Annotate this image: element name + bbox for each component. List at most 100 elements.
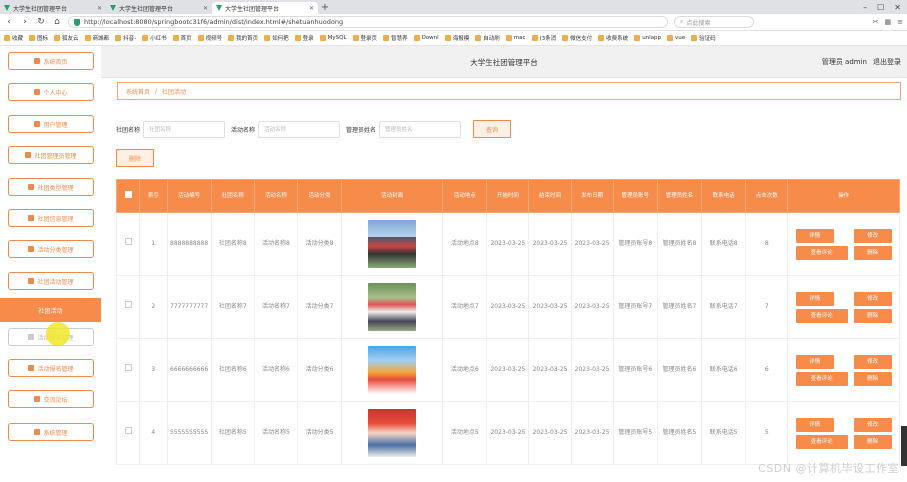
reload-icon[interactable]: ↻ [36, 17, 46, 27]
bookmark-item[interactable]: unlapp [634, 35, 661, 41]
sidebar-item-0[interactable]: 系统首页 [8, 52, 94, 70]
detail-button[interactable]: 详情 [795, 291, 834, 306]
address-bar: ‹ › ↻ ⌂ http://localhost:8080/springboot… [0, 14, 907, 31]
search-button[interactable]: 查询 [473, 120, 512, 138]
menu-icon[interactable]: ≡ [897, 18, 903, 26]
forward-icon[interactable]: › [20, 17, 30, 27]
delete-row-button[interactable]: 删除 [853, 371, 892, 386]
bookmark-item[interactable]: 小红书 [142, 34, 167, 42]
bookmark-item[interactable]: (3条消 [531, 34, 556, 42]
admin-name-input[interactable]: 管理员姓名 [379, 120, 462, 138]
table-row: 3 6666666666 社团名称6 活动名称6 活动分类6 活动地点6 2023-03-2… [115, 338, 900, 402]
edit-button[interactable]: 修改 [853, 417, 892, 432]
edit-button[interactable]: 修改 [853, 354, 892, 369]
bookmark-item[interactable]: 验证码 [691, 34, 716, 42]
sidebar-item-11[interactable]: 交流论坛 [8, 390, 94, 408]
sidebar-item-2[interactable]: 用户管理 [8, 115, 94, 133]
bookmark-item[interactable]: 智慧养 [383, 34, 408, 42]
bookmark-item[interactable]: 自动刷 [475, 34, 500, 42]
bookmark-item[interactable]: vue [667, 35, 685, 41]
maximize-icon[interactable]: ☐ [877, 3, 884, 12]
detail-button[interactable]: 详情 [795, 417, 834, 432]
sidebar-item-label: 社团信息管理 [37, 215, 74, 223]
cell-pub: 2023-03-25 [570, 212, 614, 276]
close-window-icon[interactable]: ✕ [894, 3, 901, 12]
browser-tab-1[interactable]: 大学生社团管理平台 ✕ [0, 2, 106, 14]
scrollbar[interactable] [901, 426, 907, 466]
sidebar-item-7[interactable]: 社团活动管理 [8, 272, 94, 290]
bookmark-item[interactable]: 收费系统 [598, 34, 628, 42]
cell-name: 活动名称7 [253, 275, 298, 339]
bookmark-item[interactable]: 狐友云 [54, 34, 79, 42]
cell-clicks: 5 [745, 401, 789, 465]
delete-button[interactable]: 删除 [116, 149, 154, 167]
view-comments-button[interactable]: 查看评论 [795, 434, 848, 449]
sidebar-item-1[interactable]: 个人中心 [8, 83, 94, 101]
view-comments-button[interactable]: 查看评论 [795, 308, 848, 323]
delete-row-button[interactable]: 删除 [853, 434, 892, 449]
cell-end: 2023-03-25 [528, 212, 572, 276]
bookmark-item[interactable]: 视频号 [197, 34, 222, 42]
sidebar-item-5[interactable]: 社团信息管理 [8, 209, 94, 227]
select-all-checkbox[interactable] [115, 179, 141, 213]
row-checkbox[interactable] [115, 275, 141, 339]
activity-name-input[interactable]: 活动名称 [258, 120, 341, 138]
delete-row-button[interactable]: 删除 [853, 308, 892, 323]
bookmark-item[interactable]: 商城都 [84, 34, 109, 42]
activity-table: 索引 活动编号 社团名称 活动名称 活动分类 活动封面 活动地点 开始时间 结束时间 发布日期 管理… [115, 179, 900, 465]
extension-icon[interactable]: ▦ [885, 18, 892, 26]
home-icon[interactable]: ⌂ [52, 17, 62, 27]
bookmark-item[interactable]: Downl [413, 35, 439, 41]
sidebar-item-4[interactable]: 社团类型管理 [8, 178, 94, 196]
delete-row-button[interactable]: 删除 [853, 245, 892, 260]
bookmark-item[interactable]: 首页 [172, 34, 192, 42]
bookmark-item[interactable]: 如何把 [264, 34, 289, 42]
actions-cell: 详情 修改 查看评论 删除 [787, 275, 900, 339]
sidebar-item-12[interactable]: 系统管理 [8, 423, 94, 441]
browser-search-input[interactable]: ⌕ 点此搜索 [674, 16, 754, 28]
sidebar-item-label: 个人中心 [43, 89, 68, 97]
bookmark-item[interactable]: MySQL [319, 35, 347, 41]
bookmark-item[interactable]: 收藏 [4, 34, 23, 42]
logout-link[interactable]: 退出登录 [873, 57, 901, 67]
close-icon[interactable]: ✕ [309, 5, 314, 12]
bookmark-item[interactable]: 图标 [29, 34, 48, 42]
browser-tab-3[interactable]: 大学生社团管理平台 ✕ [212, 2, 318, 14]
sidebar-item-8[interactable]: 社团活动 [0, 298, 101, 322]
sidebar-item-10[interactable]: 活动报名管理 [8, 359, 94, 377]
sidebar-item-6[interactable]: 活动分类管理 [8, 240, 94, 258]
detail-button[interactable]: 详情 [795, 228, 834, 243]
back-icon[interactable]: ‹ [4, 17, 14, 27]
url-field[interactable]: http://localhost:8080/springbootc31f6/ad… [68, 16, 668, 28]
close-icon[interactable]: ✕ [97, 5, 102, 12]
bookmark-item[interactable]: 海报模 [444, 34, 469, 42]
column-header: 发布日期 [570, 179, 614, 213]
sidebar-item-3[interactable]: 社团管理员管理 [8, 146, 94, 164]
row-checkbox[interactable] [115, 338, 141, 402]
cell-start: 2023-03-25 [486, 275, 530, 339]
close-icon[interactable]: ✕ [203, 5, 208, 12]
actions-cell: 详情 修改 查看评论 删除 [787, 338, 900, 402]
browser-tab-2[interactable]: 大学生社团管理平台 ✕ [106, 2, 212, 14]
club-name-input[interactable]: 社团名称 [143, 120, 226, 138]
scissors-icon[interactable]: ✂ [873, 18, 879, 26]
bookmark-item[interactable]: mac [505, 35, 526, 41]
bookmark-item[interactable]: 我的首页 [228, 34, 258, 42]
view-comments-button[interactable]: 查看评论 [795, 245, 848, 260]
bookmark-item[interactable]: 微信支付 [562, 34, 592, 42]
bookmark-item[interactable]: 登录 [294, 34, 314, 42]
bookmark-label: unlapp [642, 35, 662, 41]
bookmark-item[interactable]: 登录页 [352, 34, 377, 42]
breadcrumb-home[interactable]: 系统首页 [126, 87, 150, 96]
activity-cover-image [368, 346, 417, 394]
view-comments-button[interactable]: 查看评论 [795, 371, 848, 386]
minimize-icon[interactable]: – [863, 3, 867, 12]
sidebar-item-label: 社团管理员管理 [34, 152, 77, 160]
edit-button[interactable]: 修改 [853, 228, 892, 243]
edit-button[interactable]: 修改 [853, 291, 892, 306]
row-checkbox[interactable] [115, 401, 141, 465]
row-checkbox[interactable] [115, 212, 141, 276]
new-tab-button[interactable]: + [318, 2, 332, 14]
detail-button[interactable]: 详情 [795, 354, 834, 369]
bookmark-item[interactable]: 抖音- [115, 34, 136, 42]
